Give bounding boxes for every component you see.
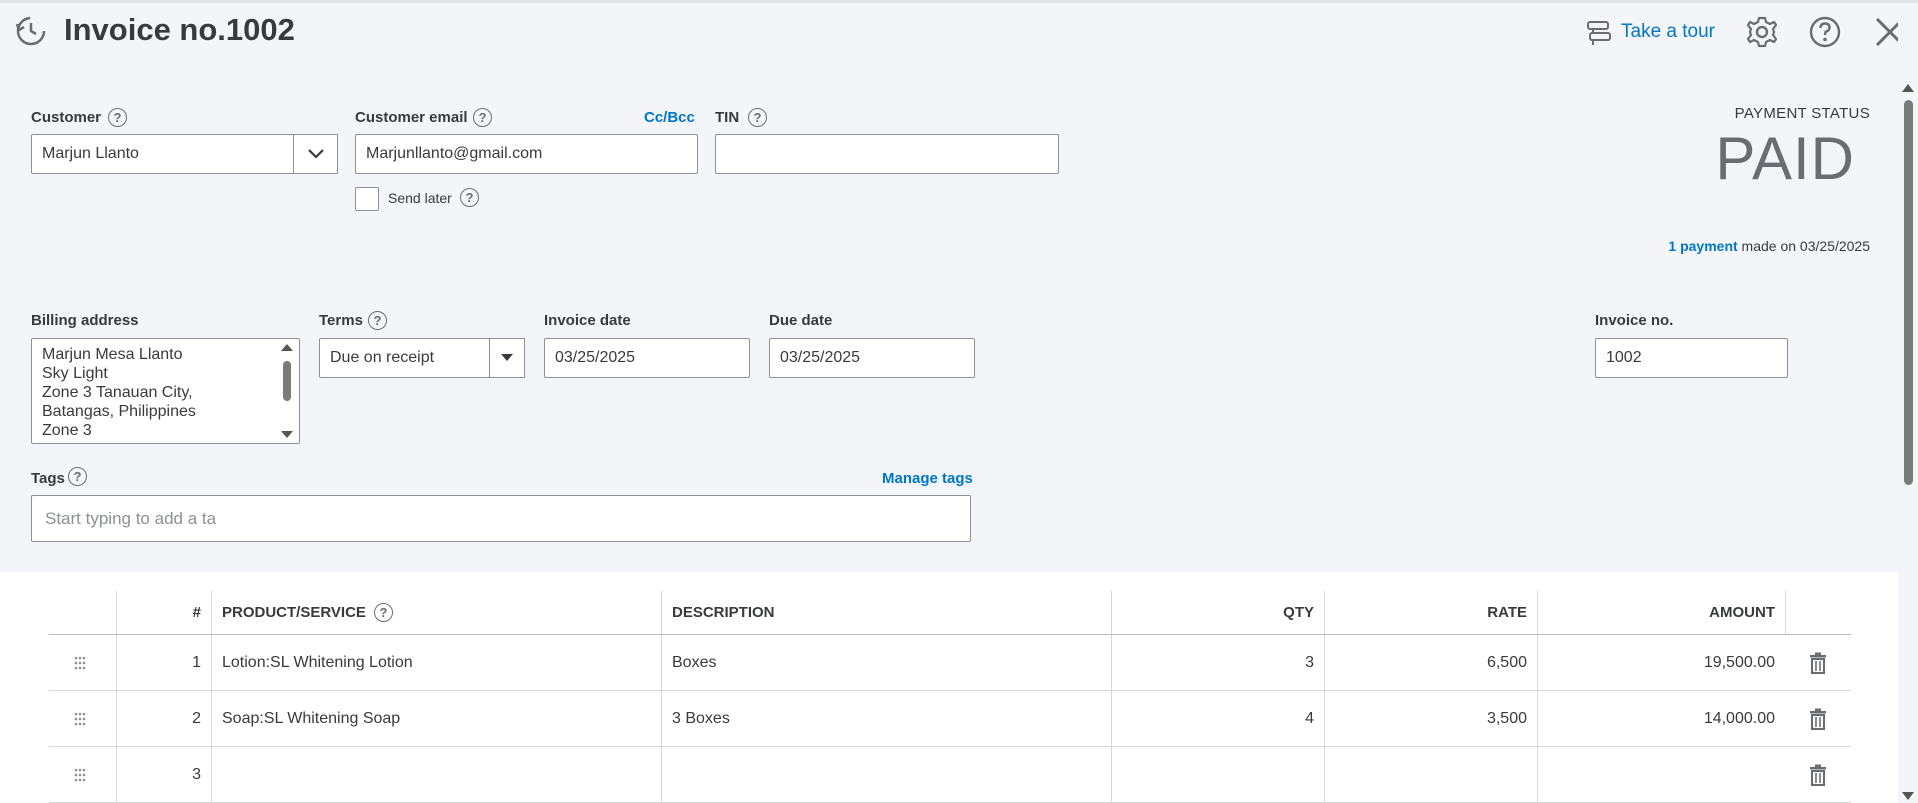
payment-link[interactable]: 1 payment: [1668, 238, 1737, 254]
table-row[interactable]: 1 Lotion:SL Whitening Lotion Boxes 3 6,5…: [49, 635, 1851, 691]
address-scrollbar[interactable]: [280, 343, 294, 439]
manage-tags-link[interactable]: Manage tags: [882, 470, 973, 487]
invoice-no-field[interactable]: 1002: [1595, 338, 1788, 378]
row-qty[interactable]: 3: [1111, 635, 1324, 690]
row-amount[interactable]: 19,500.00: [1537, 635, 1785, 690]
payment-status-value: PAID: [1715, 125, 1855, 192]
billing-line: Zone 3 Tanauan City,: [42, 384, 193, 401]
page-title: Invoice no.1002: [64, 12, 295, 47]
caret-down-icon: [501, 354, 513, 361]
terms-label: Terms: [319, 312, 363, 329]
billing-address-field[interactable]: Marjun Mesa Llanto Sky Light Zone 3 Tana…: [31, 338, 300, 444]
due-date-field[interactable]: 03/25/2025: [769, 338, 975, 378]
terms-help-icon[interactable]: ?: [368, 311, 387, 330]
row-amount[interactable]: 14,000.00: [1537, 691, 1785, 746]
chevron-down-icon: [307, 149, 324, 159]
invoice-no-label: Invoice no.: [1595, 312, 1674, 329]
row-description[interactable]: 3 Boxes: [661, 691, 1111, 746]
row-product[interactable]: [211, 747, 661, 802]
take-a-tour-link[interactable]: Take a tour: [1585, 18, 1715, 46]
customer-select[interactable]: Marjun Llanto: [31, 134, 294, 174]
header-rate: RATE: [1324, 591, 1537, 634]
signpost-icon: [1587, 21, 1611, 45]
row-rate[interactable]: [1324, 747, 1537, 802]
header-actions: [1785, 591, 1851, 634]
send-later-help-icon[interactable]: ?: [460, 188, 479, 207]
header-product-label: PRODUCT/SERVICE: [222, 604, 366, 621]
recent-transactions-icon[interactable]: [14, 14, 48, 48]
scroll-up-arrow[interactable]: [1902, 84, 1914, 92]
row-qty[interactable]: [1111, 747, 1324, 802]
tags-label: Tags: [31, 470, 65, 487]
delete-row-trash-icon[interactable]: [1809, 708, 1827, 730]
customer-email-field[interactable]: Marjunllanto@gmail.com: [355, 134, 698, 174]
header-qty: QTY: [1111, 591, 1324, 634]
invoice-date-label: Invoice date: [544, 312, 631, 329]
terms-dropdown-button[interactable]: [489, 338, 525, 378]
due-date-label: Due date: [769, 312, 833, 329]
send-later-checkbox[interactable]: [355, 187, 379, 211]
table-header-row: # PRODUCT/SERVICE ? DESCRIPTION QTY RATE…: [49, 591, 1851, 635]
billing-address-label: Billing address: [31, 312, 139, 329]
tags-help-icon[interactable]: ?: [68, 467, 87, 486]
payment-date-text: made on 03/25/2025: [1737, 238, 1870, 254]
help-icon[interactable]: [1807, 14, 1843, 50]
invoice-date-field[interactable]: 03/25/2025: [544, 338, 750, 378]
row-description[interactable]: Boxes: [661, 635, 1111, 690]
line-items-table: # PRODUCT/SERVICE ? DESCRIPTION QTY RATE…: [49, 591, 1851, 803]
scrollbar-thumb[interactable]: [1904, 100, 1913, 485]
tin-help-icon[interactable]: ?: [748, 108, 767, 127]
tin-label: TIN: [715, 109, 740, 126]
customer-email-label: Customer email: [355, 109, 468, 126]
billing-line: Zone 3: [42, 422, 92, 439]
header-description: DESCRIPTION: [661, 591, 1111, 634]
header-amount: AMOUNT: [1537, 591, 1785, 634]
table-row[interactable]: 3: [49, 747, 1851, 803]
cc-bcc-link[interactable]: Cc/Bcc: [644, 109, 695, 126]
row-number: 1: [116, 635, 211, 690]
billing-line: Sky Light: [42, 365, 108, 382]
delete-row-trash-icon[interactable]: [1809, 764, 1827, 786]
customer-dropdown-button[interactable]: [293, 134, 338, 174]
drag-handle-icon[interactable]: [73, 768, 87, 782]
row-product[interactable]: Lotion:SL Whitening Lotion: [211, 635, 661, 690]
row-rate[interactable]: 6,500: [1324, 635, 1537, 690]
send-later-label: Send later: [388, 190, 452, 206]
table-row[interactable]: 2 Soap:SL Whitening Soap 3 Boxes 4 3,500…: [49, 691, 1851, 747]
row-product[interactable]: Soap:SL Whitening Soap: [211, 691, 661, 746]
header-num: #: [116, 591, 211, 634]
terms-select[interactable]: Due on receipt: [319, 338, 490, 378]
customer-help-icon[interactable]: ?: [108, 108, 127, 127]
delete-row-trash-icon[interactable]: [1809, 652, 1827, 674]
row-number: 2: [116, 691, 211, 746]
billing-line: Marjun Mesa Llanto: [42, 346, 183, 363]
billing-line: Batangas, Philippines: [42, 403, 196, 420]
tags-input[interactable]: Start typing to add a ta: [31, 495, 971, 542]
payment-summary: 1 payment made on 03/25/2025: [1560, 238, 1870, 254]
payment-status-label: PAYMENT STATUS: [1734, 105, 1870, 122]
row-amount[interactable]: [1537, 747, 1785, 802]
email-help-icon[interactable]: ?: [473, 108, 492, 127]
scroll-down-arrow[interactable]: [1902, 792, 1914, 800]
settings-gear-icon[interactable]: [1744, 14, 1780, 50]
drag-handle-icon[interactable]: [73, 712, 87, 726]
row-rate[interactable]: 3,500: [1324, 691, 1537, 746]
customer-label: Customer: [31, 109, 102, 126]
row-number: 3: [116, 747, 211, 802]
drag-handle-icon[interactable]: [73, 656, 87, 670]
tin-field[interactable]: [715, 134, 1059, 174]
row-qty[interactable]: 4: [1111, 691, 1324, 746]
product-help-icon[interactable]: ?: [373, 603, 393, 622]
row-description[interactable]: [661, 747, 1111, 802]
header-product: PRODUCT/SERVICE ?: [211, 591, 661, 634]
take-a-tour-label: Take a tour: [1621, 21, 1715, 42]
